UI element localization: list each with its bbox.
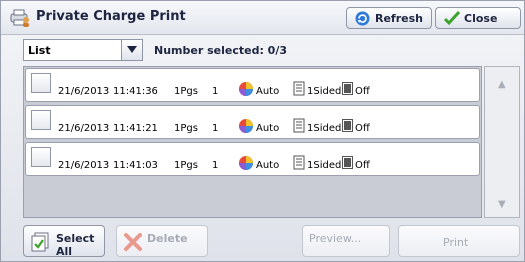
view-value: List	[28, 44, 51, 57]
print-button[interactable]: Print	[398, 225, 520, 257]
color-mode-icon	[238, 81, 254, 100]
scroll-up-icon[interactable]: ▲	[498, 79, 506, 90]
job-sides: 1Sided	[307, 160, 342, 171]
title-bar: Private Charge Print Refresh Close	[1, 1, 524, 35]
job-staple: Off	[355, 86, 370, 97]
number-selected: Number selected: 0/3	[154, 44, 287, 57]
job-pages: 1Pgs	[174, 160, 198, 171]
select-all-icon	[30, 232, 50, 255]
sided-icon	[293, 118, 305, 136]
refresh-label: Refresh	[375, 12, 423, 25]
print-label: Print	[443, 236, 469, 249]
job-quantity: 1	[212, 123, 219, 134]
view-dropdown[interactable]: List	[23, 39, 143, 61]
job-date: 21/6/2013	[58, 123, 110, 134]
sided-icon	[293, 155, 305, 173]
job-pages: 1Pgs	[174, 86, 198, 97]
job-checkbox[interactable]	[31, 147, 51, 167]
sided-icon	[293, 81, 305, 99]
scroll-down-icon[interactable]: ▼	[498, 199, 506, 210]
dropdown-arrow[interactable]	[121, 40, 142, 60]
job-staple: Off	[355, 123, 370, 134]
delete-label: Delete	[147, 232, 188, 245]
chevron-down-icon	[127, 46, 137, 53]
job-quantity: 1	[212, 160, 219, 171]
staple-icon	[342, 82, 353, 98]
preview-button[interactable]: Preview...	[302, 225, 390, 257]
job-list: 21/6/2013 11:41:36 1Pgs 1 Auto 1Sided Of…	[23, 66, 482, 218]
job-row[interactable]: 21/6/2013 11:41:36 1Pgs 1 Auto 1Sided Of…	[25, 68, 480, 102]
staple-icon	[342, 119, 353, 135]
select-all-button[interactable]: Select All	[23, 225, 105, 258]
delete-button[interactable]: Delete	[116, 225, 208, 257]
job-quantity: 1	[212, 86, 219, 97]
window-title: Private Charge Print	[36, 9, 186, 24]
job-pages: 1Pgs	[174, 123, 198, 134]
job-date: 21/6/2013	[58, 86, 110, 97]
printer-user-icon	[9, 8, 31, 28]
job-sides: 1Sided	[307, 123, 342, 134]
job-time: 11:41:03	[113, 160, 158, 171]
select-all-label: Select All	[56, 232, 95, 258]
job-color-mode: Auto	[256, 160, 280, 171]
close-button[interactable]: Close	[435, 7, 521, 29]
refresh-icon	[355, 11, 370, 29]
job-color-mode: Auto	[256, 123, 280, 134]
job-color-mode: Auto	[256, 86, 280, 97]
job-sides: 1Sided	[307, 86, 342, 97]
preview-label: Preview...	[309, 232, 362, 245]
close-label: Close	[464, 12, 498, 25]
job-row[interactable]: 21/6/2013 11:41:03 1Pgs 1 Auto 1Sided Of…	[25, 142, 480, 176]
job-time: 11:41:36	[113, 86, 158, 97]
color-mode-icon	[238, 155, 254, 174]
staple-icon	[342, 156, 353, 172]
job-date: 21/6/2013	[58, 160, 110, 171]
job-checkbox[interactable]	[31, 110, 51, 130]
job-checkbox[interactable]	[31, 73, 51, 93]
checkmark-icon	[443, 10, 461, 29]
private-charge-print-window: Private Charge Print Refresh Close List	[0, 0, 525, 262]
job-time: 11:41:21	[113, 123, 158, 134]
job-staple: Off	[355, 160, 370, 171]
job-row[interactable]: 21/6/2013 11:41:21 1Pgs 1 Auto 1Sided Of…	[25, 105, 480, 139]
color-mode-icon	[238, 118, 254, 137]
refresh-button[interactable]: Refresh	[346, 7, 432, 29]
list-scrollbar[interactable]: ▲ ▼	[484, 66, 520, 218]
delete-x-icon	[123, 232, 143, 255]
